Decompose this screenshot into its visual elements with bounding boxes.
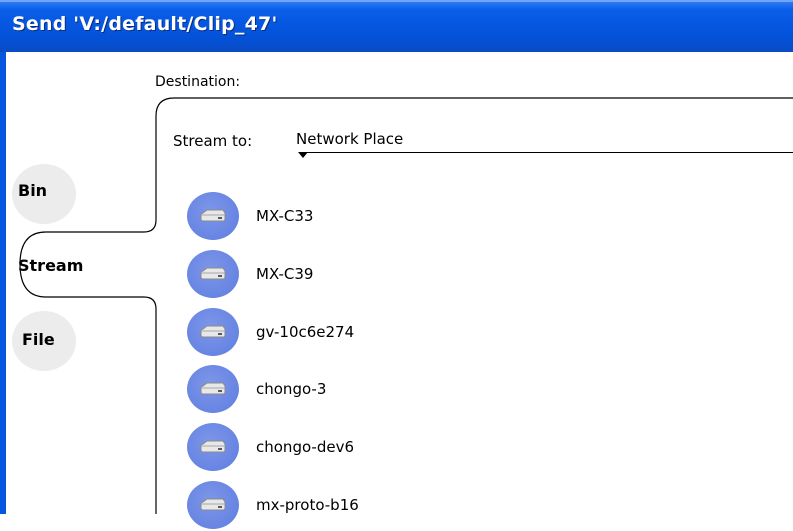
list-item-label: MX-C39: [256, 265, 314, 283]
triangle-down-icon[interactable]: [298, 152, 308, 158]
hard-drive-icon: [187, 192, 239, 240]
hard-drive-icon: [187, 365, 239, 413]
hard-drive-icon: [187, 308, 239, 356]
hard-drive-icon: [187, 481, 239, 529]
list-item-label: MX-C33: [256, 207, 314, 225]
stream-to-label: Stream to:: [173, 132, 253, 150]
stream-to-underline: [303, 152, 793, 153]
list-item[interactable]: mx-proto-b16: [187, 481, 587, 531]
stream-to-select[interactable]: Network Place: [296, 130, 403, 148]
list-item-label: chongo-3: [256, 380, 327, 398]
list-item-label: chongo-dev6: [256, 438, 354, 456]
tab-bin[interactable]: Bin: [18, 181, 47, 200]
window-title: Send 'V:/default/Clip_47': [12, 13, 278, 35]
tab-file[interactable]: File: [22, 330, 55, 349]
list-item[interactable]: MX-C33: [187, 192, 587, 242]
tab-stream[interactable]: Stream: [18, 256, 83, 275]
hard-drive-icon: [187, 250, 239, 298]
list-item[interactable]: gv-10c6e274: [187, 308, 587, 358]
list-item[interactable]: chongo-3: [187, 365, 587, 415]
list-item-label: gv-10c6e274: [256, 323, 355, 341]
list-item-label: mx-proto-b16: [256, 496, 359, 514]
dialog-content: Destination: Bin Stream File Stream to: …: [6, 52, 793, 529]
list-item[interactable]: chongo-dev6: [187, 423, 587, 473]
list-item[interactable]: MX-C39: [187, 250, 587, 300]
hard-drive-icon: [187, 423, 239, 471]
window-titlebar[interactable]: Send 'V:/default/Clip_47': [0, 0, 793, 52]
